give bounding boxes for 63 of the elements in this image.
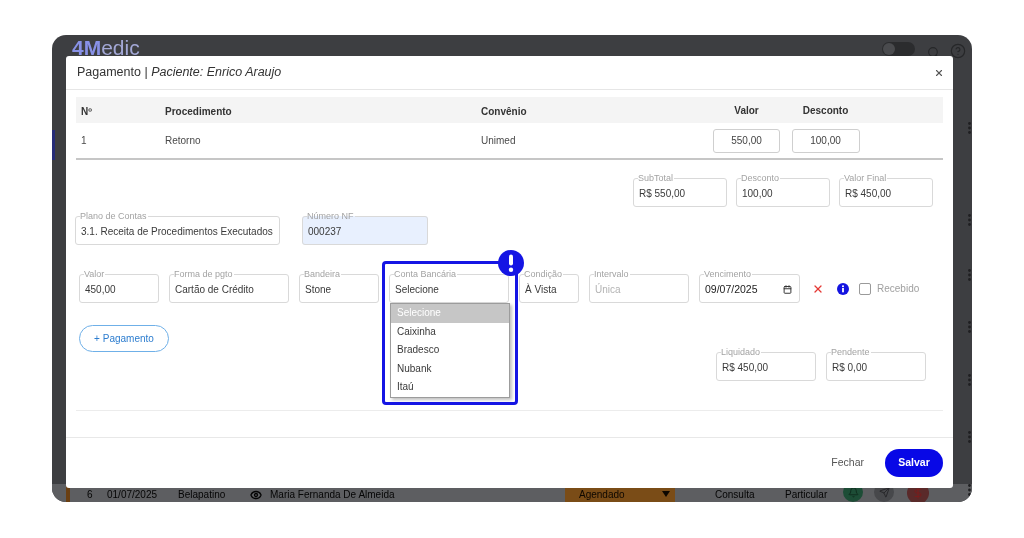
table-cell: Belapatino (178, 489, 226, 500)
field-label: Desconto (741, 173, 781, 183)
table-cell: Maria Fernanda De Almeida (270, 489, 395, 500)
input-field[interactable]: Condição À Vista (519, 269, 579, 303)
input-field[interactable]: Forma de pgto Cartão de Crédito (169, 269, 289, 303)
dropdown-option[interactable]: Bradesco (391, 341, 509, 360)
field-label: Condição (524, 269, 564, 279)
field-label: Forma de pgto (174, 269, 234, 279)
toggle-switch[interactable] (882, 42, 915, 56)
discount-input[interactable]: 100,00 (791, 128, 860, 153)
primary-button[interactable]: Salvar (885, 449, 943, 477)
table-cell: 01/07/2025 (107, 489, 158, 500)
field-label: Conta Bancária (394, 269, 458, 279)
table-cell: Consulta (715, 489, 755, 500)
help-icon[interactable] (950, 43, 966, 59)
checkbox[interactable] (859, 282, 871, 295)
close-icon (934, 67, 944, 78)
input-field[interactable]: Liquidado R$ 450,00 (716, 347, 816, 381)
value-input[interactable]: 550,00 (713, 128, 780, 153)
dialog-title: Pagamento | Paciente: Enrico Araujo (77, 64, 282, 82)
search-icon[interactable] (927, 46, 940, 59)
input-field[interactable]: Desconto 100,00 (736, 173, 830, 207)
field-label: Valor (84, 269, 106, 279)
field-label: Intervalo (594, 269, 630, 279)
date-field[interactable]: Vencimento 09/07/2025 (699, 269, 800, 303)
column-header: Valor (734, 103, 759, 118)
field-label: Liquidado (721, 347, 762, 357)
caret-icon (662, 491, 670, 497)
eye-icon[interactable] (250, 489, 262, 501)
table-cell: Particular (785, 489, 828, 500)
close-button[interactable] (934, 67, 944, 78)
column-header: Nº (81, 106, 92, 117)
table-cell: 1 (81, 135, 87, 146)
select-field[interactable]: Conta Bancária Selecione (389, 269, 509, 303)
secondary-button[interactable]: Fechar (831, 455, 864, 471)
table-cell: Unimed (481, 135, 516, 146)
field-label: Número NF (307, 211, 355, 221)
field-label: Plano de Contas (80, 211, 148, 221)
field-label: Bandeira (304, 269, 342, 279)
table-cell: 6 (87, 489, 93, 500)
kebab-menu-icon[interactable] (968, 484, 971, 496)
column-header: Procedimento (165, 106, 232, 117)
dropdown-option[interactable]: Itaú (391, 378, 509, 397)
input-field[interactable]: Valor Final R$ 450,00 (839, 173, 933, 207)
input-field[interactable]: Bandeira Stone (299, 269, 379, 303)
field-label: Valor Final (844, 173, 888, 183)
calendar-icon[interactable] (783, 285, 792, 294)
exclamation-icon (498, 250, 524, 276)
info-icon[interactable] (837, 282, 849, 295)
field-label: Vencimento (704, 269, 753, 279)
active-indicator (52, 130, 55, 160)
input-field[interactable]: SubTotal R$ 550,00 (633, 173, 727, 207)
column-header: Convênio (481, 106, 527, 117)
table-cell: Retorno (165, 135, 201, 146)
app-logo: 4Medic (72, 37, 140, 59)
input-field[interactable]: Plano de Contas 3.1. Receita de Procedimentos Executados (75, 211, 280, 245)
input-field[interactable]: Valor 450,00 (79, 269, 159, 303)
field-label: SubTotal (638, 173, 675, 183)
checkbox-label: Recebido (877, 282, 920, 296)
input-field[interactable]: Pendente R$ 0,00 (826, 347, 926, 381)
field-label: Pendente (831, 347, 871, 357)
column-header: Desconto (802, 103, 849, 118)
input-field[interactable]: Número NF 000237 (302, 211, 428, 245)
